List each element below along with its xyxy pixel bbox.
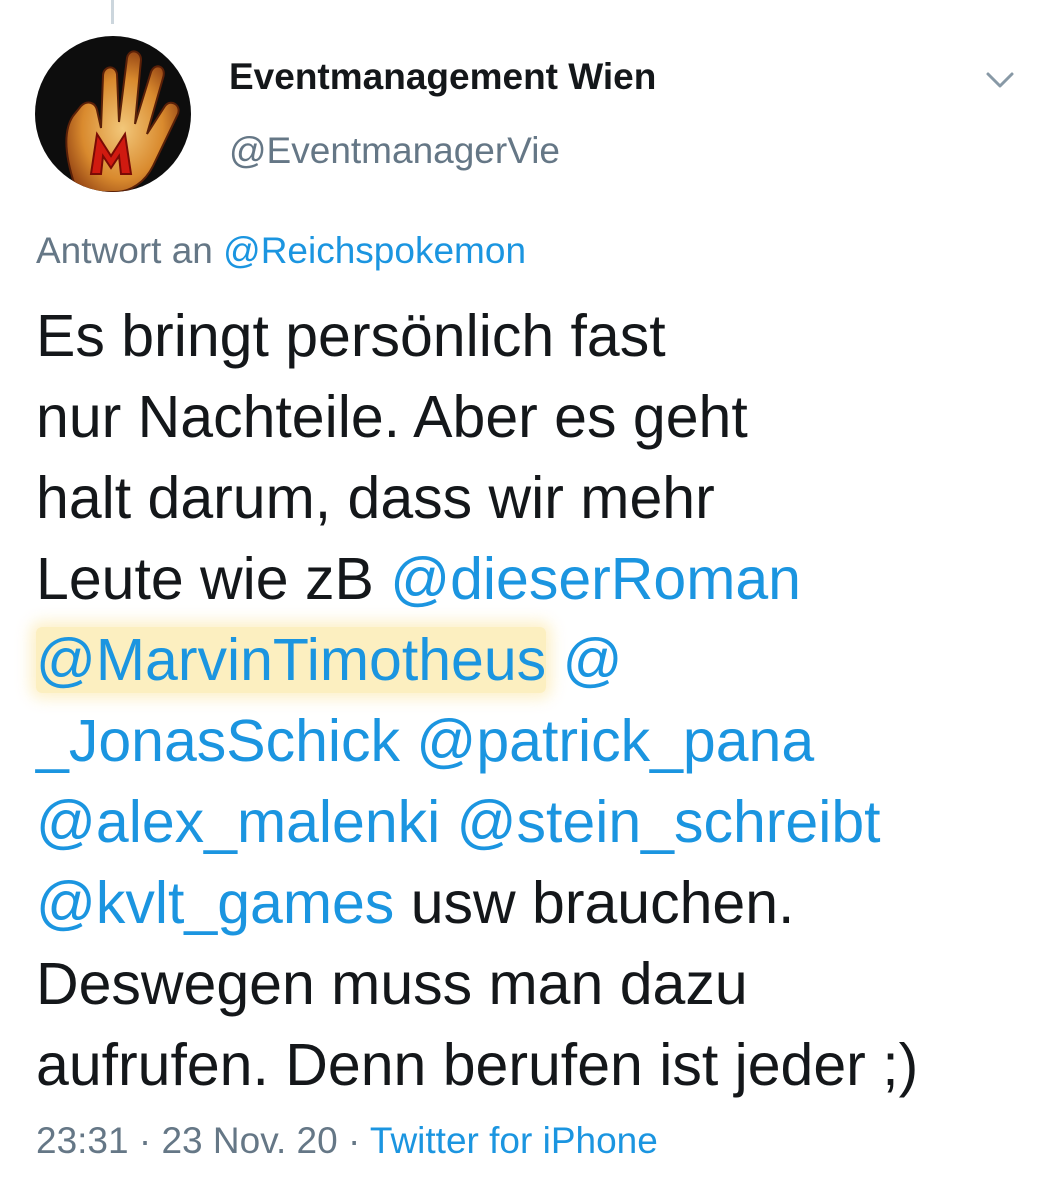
tweet-metadata: 23:31 · 23 Nov. 20 · Twitter for iPhone	[36, 1120, 658, 1162]
tweet-text-segment: Deswegen muss man dazu	[36, 951, 748, 1017]
mention-link[interactable]: @kvlt_games	[36, 870, 394, 936]
tweet-line: Es bringt persönlich fast	[36, 296, 1026, 377]
mention-link[interactable]: @	[546, 627, 623, 693]
tweet-line: Leute wie zB @dieserRoman	[36, 539, 1026, 620]
tweet-line: nur Nachteile. Aber es geht	[36, 377, 1026, 458]
tweet-source-link[interactable]: Twitter for iPhone	[370, 1120, 658, 1161]
tweet-text-segment: Leute wie zB	[36, 546, 391, 612]
separator-dot: ·	[337, 1120, 370, 1161]
mention-link[interactable]: @patrick_pana	[400, 708, 814, 774]
tweet-line: _JonasSchick @patrick_pana	[36, 701, 1026, 782]
tweet-line: @alex_malenki @stein_schreibt	[36, 782, 1026, 863]
mention-link-highlighted[interactable]: @MarvinTimotheus	[36, 627, 547, 693]
author-handle[interactable]: @EventmanagerVie	[229, 130, 560, 172]
author-display-name[interactable]: Eventmanagement Wien	[229, 56, 656, 98]
tweet-text-segment: halt darum, dass wir mehr	[36, 465, 715, 531]
separator-dot: ·	[128, 1120, 162, 1161]
tweet-body: Es bringt persönlich fast nur Nachteile.…	[36, 296, 1026, 1106]
tweet-date: 23 Nov. 20	[161, 1120, 338, 1161]
reply-to-prefix: Antwort an	[36, 230, 213, 271]
tweet-text-segment: aufrufen. Denn berufen ist jeder ;)	[36, 1032, 919, 1098]
mention-link[interactable]: @stein_schreibt	[440, 789, 881, 855]
reply-to-line: Antwort an @Reichspokemon	[36, 230, 526, 272]
tweet-text-segment: usw brauchen.	[394, 870, 795, 936]
mention-link[interactable]: @dieserRoman	[390, 546, 801, 612]
tweet-line: Deswegen muss man dazu	[36, 944, 1026, 1025]
chevron-down-icon[interactable]	[983, 64, 1017, 94]
tweet-line: halt darum, dass wir mehr	[36, 458, 1026, 539]
mention-link[interactable]: _JonasSchick	[36, 708, 400, 774]
tweet-line: @MarvinTimotheus @	[36, 620, 1026, 701]
thread-connector-line	[111, 0, 114, 24]
tweet-line: @kvlt_games usw brauchen.	[36, 863, 1026, 944]
tweet-time: 23:31	[36, 1120, 129, 1161]
tweet-text-segment: nur Nachteile. Aber es geht	[36, 384, 748, 450]
red-hand-m-icon	[35, 36, 191, 192]
tweet-text-segment: Es bringt persönlich fast	[36, 303, 666, 369]
tweet-line: aufrufen. Denn berufen ist jeder ;)	[36, 1025, 1026, 1106]
avatar[interactable]	[35, 36, 191, 192]
mention-link[interactable]: @alex_malenki	[36, 789, 440, 855]
reply-to-mention[interactable]: @Reichspokemon	[223, 230, 526, 271]
